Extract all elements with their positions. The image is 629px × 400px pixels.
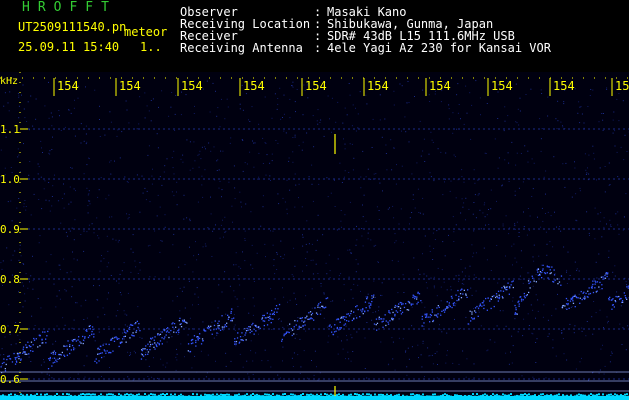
meteor-signal-trace (0, 264, 629, 374)
x-tick-label: 154 (367, 79, 389, 93)
antenna-sep: : (314, 41, 322, 55)
datetime: 25.09.11 15:40 (18, 40, 120, 54)
filename: UT2509111540.pn (18, 20, 127, 34)
x-tick-label: 154 (119, 79, 141, 93)
antenna-label: Receiving Antenna (180, 41, 303, 55)
counter: 1.. (140, 40, 162, 54)
y-tick-label: 0.9 (0, 223, 20, 236)
background-noise (0, 80, 629, 381)
y-axis: kHz 1.1 1.0 0.9 0.8 0.7 0.6 (0, 72, 629, 400)
spectrogram: 154 154 154 154 154 154 154 154 154 1550 kHz 1.1 1.… (0, 72, 629, 400)
filename-suffix: meteor (124, 25, 168, 39)
x-tick-label: 154 (429, 79, 451, 93)
y-tick-label: 1.0 (0, 173, 20, 186)
x-axis: 154 154 154 154 154 154 154 154 154 1550 (0, 77, 629, 96)
y-tick-label: 0.8 (0, 273, 20, 286)
x-tick-label: 154 (553, 79, 575, 93)
x-tick-label: 1550 (615, 79, 629, 93)
y-axis-unit: kHz (0, 76, 18, 87)
x-tick-label: 154 (57, 79, 79, 93)
x-tick-label: 154 (243, 79, 265, 93)
y-tick-label: 0.6 (0, 373, 20, 386)
y-tick-label: 1.1 (0, 123, 20, 136)
x-tick-label: 154 (491, 79, 513, 93)
app-name: HROFFT (22, 0, 117, 15)
noise-floor (0, 393, 629, 400)
x-tick-label: 154 (181, 79, 203, 93)
antenna-value: 4ele Yagi Az 230 for Kansai VOR (327, 41, 551, 55)
y-tick-label: 0.7 (0, 323, 20, 336)
header-panel: HROFFT UT2509111540.pn meteor 25.09.11 1… (0, 0, 629, 72)
x-tick-label: 154 (305, 79, 327, 93)
